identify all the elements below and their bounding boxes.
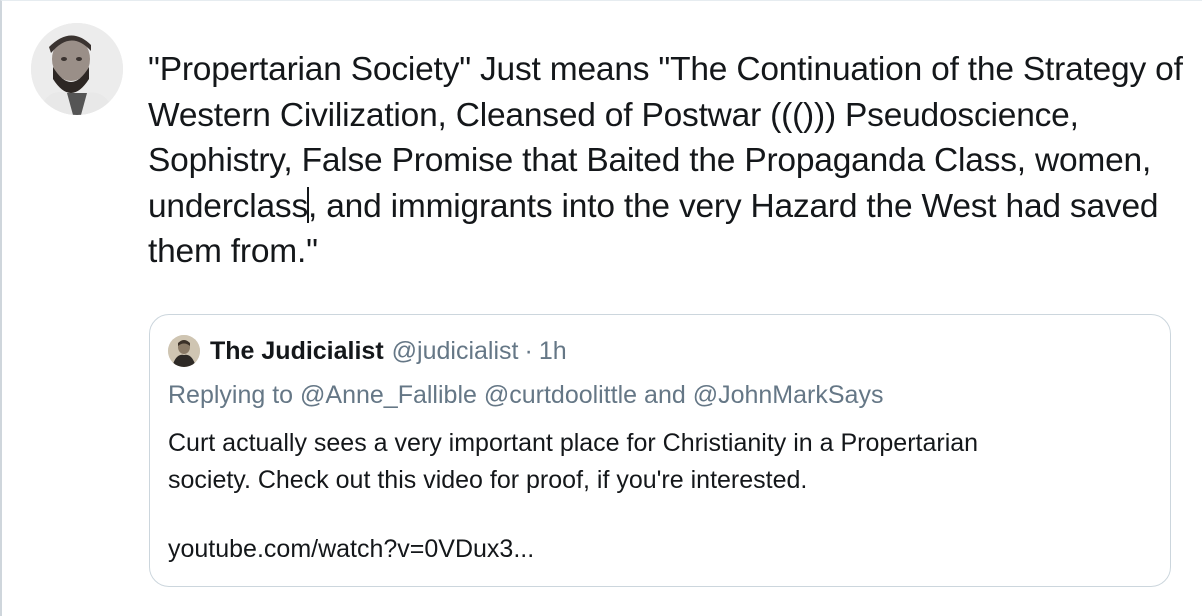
separator-dot: · <box>524 336 533 365</box>
quoted-timestamp[interactable]: 1h <box>539 337 567 366</box>
portrait-painting-icon <box>168 335 200 367</box>
youtube-link[interactable]: youtube.com/watch?v=0VDux3... <box>168 535 534 564</box>
quoted-handle[interactable]: @judicialist <box>392 337 519 366</box>
replying-to-label: Replying to <box>168 381 294 409</box>
bearded-man-portrait-icon <box>31 23 123 115</box>
mention-johnmarksays[interactable]: @JohnMarkSays <box>693 381 884 409</box>
quoted-body-line-1: Curt actually sees a very important plac… <box>168 429 979 457</box>
quoted-body-line-2: society. Check out this video for proof,… <box>168 466 808 494</box>
quoted-user-avatar[interactable] <box>168 335 200 367</box>
user-avatar[interactable] <box>31 23 123 115</box>
quoted-tweet-body: Curt actually sees a very important plac… <box>168 425 1143 499</box>
tweet-text[interactable]: "Propertarian Society" Just means "The C… <box>148 47 1188 275</box>
quoted-tweet-card[interactable]: The Judicialist @judicialist · 1h Replyi… <box>149 314 1171 587</box>
and-label: and <box>644 381 686 409</box>
mention-anne-fallible[interactable]: @Anne_Fallible <box>300 381 477 409</box>
quoted-display-name[interactable]: The Judicialist <box>210 337 384 366</box>
mention-curtdoolittle[interactable]: @curtdoolittle <box>484 381 637 409</box>
replying-to-line: Replying to @Anne_Fallible @curtdoolittl… <box>168 381 883 410</box>
tweet-compose-view: "Propertarian Society" Just means "The C… <box>0 0 1202 616</box>
quoted-tweet-header: The Judicialist @judicialist · 1h <box>168 335 567 367</box>
